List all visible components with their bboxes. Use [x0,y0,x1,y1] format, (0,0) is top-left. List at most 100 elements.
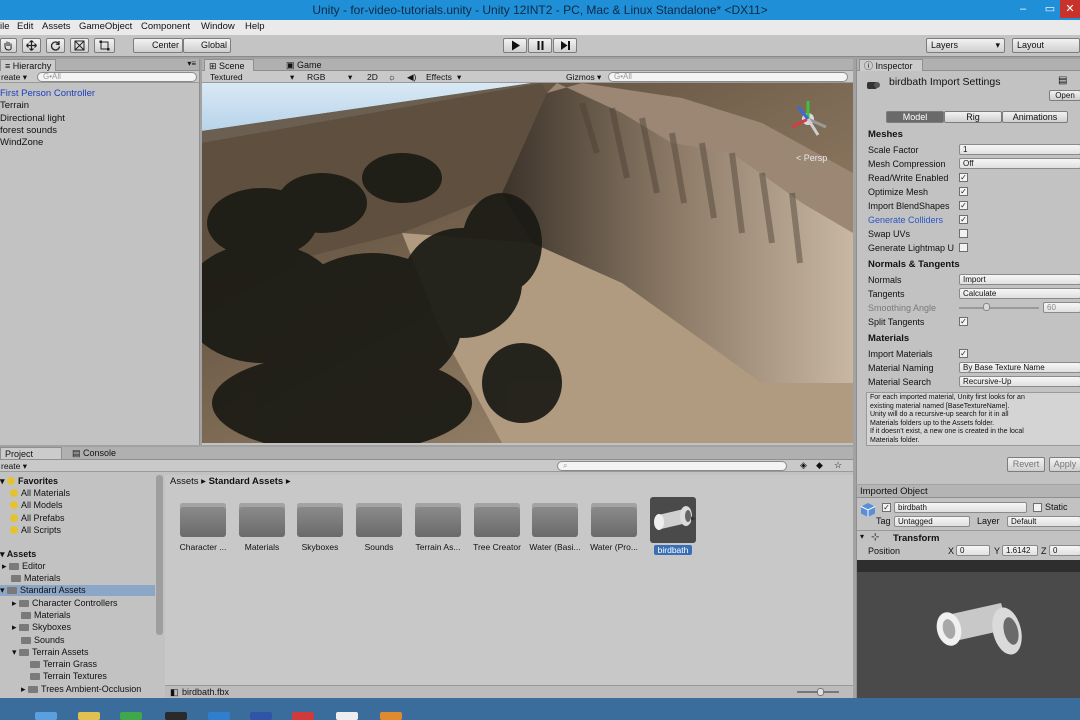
step-button[interactable] [553,38,577,53]
persp-label[interactable]: < Persp [796,153,827,163]
breadcrumb-assets[interactable]: Assets [170,476,199,487]
asset-folder[interactable]: Water (Pro... [586,495,642,552]
tree-item[interactable]: ▸ Character Controllers [12,598,118,609]
static-checkbox[interactable] [1033,503,1042,512]
assets-root[interactable]: ▾ Assets [0,549,36,560]
import-blendshapes-checkbox[interactable]: ✓ [959,201,968,210]
tree-item[interactable]: Terrain Textures [30,671,107,681]
model-preview[interactable] [856,560,1080,698]
tree-item[interactable]: Materials [21,610,71,620]
tab-project[interactable]: Project [0,447,62,459]
position-z-field[interactable]: 0 [1049,545,1080,556]
breadcrumb-current[interactable]: Standard Assets [209,476,284,487]
tangents-dropdown[interactable]: Calculate [959,288,1080,299]
hierarchy-create-button[interactable]: reate ▾ [1,72,27,83]
taskbar-app-icon[interactable] [35,712,57,720]
generate-lightmap-checkbox[interactable] [959,243,968,252]
rotate-tool-button[interactable] [46,38,65,53]
tab-hierarchy[interactable]: ≡ Hierarchy [0,59,57,71]
smoothing-slider-thumb[interactable] [983,303,990,311]
shading-mode-dropdown[interactable]: Textured [210,72,243,82]
position-x-field[interactable]: 0 [956,545,990,556]
split-tangents-checkbox[interactable]: ✓ [959,317,968,326]
scale-factor-field[interactable]: 1 [959,144,1080,155]
material-naming-dropdown[interactable]: By Base Texture Name [959,362,1080,373]
normals-dropdown[interactable]: Import [959,274,1080,285]
taskbar-app-icon[interactable] [292,712,314,720]
help-book-icon[interactable]: ▤ [1058,75,1067,86]
layers-dropdown[interactable]: Layers ▾ [926,38,1005,53]
active-checkbox[interactable]: ✓ [882,503,891,512]
close-button[interactable]: ✕ [1060,0,1080,18]
asset-folder[interactable]: Water (Basi... [527,495,583,552]
taskbar-app-icon[interactable] [250,712,272,720]
apply-button[interactable]: Apply [1049,457,1080,472]
position-y-field[interactable]: 1.6142 [1002,545,1038,556]
hierarchy-item[interactable]: First Person Controller [0,88,95,99]
expand-arrow-icon[interactable]: ▸ [691,513,696,524]
hierarchy-search-input[interactable]: G•All [37,72,197,82]
asset-folder[interactable]: Character ... [175,495,231,552]
scene-search-input[interactable]: G•All [608,72,848,82]
import-materials-checkbox[interactable]: ✓ [959,349,968,358]
taskbar-app-icon[interactable] [120,712,142,720]
rect-tool-button[interactable] [94,38,115,53]
gizmos-dropdown[interactable]: Gizmos [566,72,595,82]
project-create-button[interactable]: reate ▾ [1,461,27,472]
tree-item[interactable]: ▸ Skyboxes [12,622,71,633]
menu-component[interactable]: Component [141,21,190,32]
foldout-arrow-icon[interactable]: ▾ [860,532,864,541]
panel-menu-icon[interactable]: ▾≡ [187,59,196,68]
tree-item[interactable]: ▾ Terrain Assets [12,647,89,658]
favorite-star-icon[interactable]: ☆ [834,460,842,471]
menu-file[interactable]: ile [0,21,10,32]
pause-button[interactable] [528,38,552,53]
tab-model[interactable]: Model [886,111,944,123]
scene-gizmo-icon[interactable] [786,97,830,141]
favorite-item[interactable]: All Models [10,500,63,510]
asset-folder[interactable]: Materials [234,495,290,552]
layout-dropdown[interactable]: Layout [1012,38,1080,53]
optimize-mesh-checkbox[interactable]: ✓ [959,187,968,196]
smoothing-angle-field[interactable]: 60 [1043,302,1080,313]
render-mode-dropdown[interactable]: RGB [307,72,325,82]
revert-button[interactable]: Revert [1007,457,1045,472]
filter-label-icon[interactable]: ◆ [816,460,823,471]
smoothing-slider-track[interactable] [959,307,1039,309]
open-button[interactable]: Open [1049,90,1080,101]
tree-item[interactable]: ▸ Trees Ambient-Occlusion [21,684,141,695]
hierarchy-item[interactable]: forest sounds [0,125,57,136]
favorite-item[interactable]: All Prefabs [10,513,65,523]
hierarchy-item[interactable]: Directional light [0,113,65,124]
menu-assets[interactable]: Assets [42,21,71,32]
tab-scene[interactable]: ⊞ Scene [204,59,254,71]
material-search-dropdown[interactable]: Recursive-Up [959,376,1080,387]
menu-gameobject[interactable]: GameObject [79,21,132,32]
move-tool-button[interactable] [22,38,41,53]
favorites-header[interactable]: ▾ Favorites [0,476,58,487]
menu-edit[interactable]: Edit [17,21,33,32]
asset-folder[interactable]: Sounds [351,495,407,552]
tree-scrollbar[interactable] [156,475,163,635]
asset-folder[interactable]: Skyboxes [292,495,348,552]
taskbar-app-icon[interactable] [208,712,230,720]
play-button[interactable] [503,38,527,53]
menu-help[interactable]: Help [245,21,265,32]
scene-viewport[interactable]: < Persp [202,83,853,443]
tab-game[interactable]: ▣ Game [282,59,326,71]
project-search-input[interactable]: ⌕ [557,461,787,471]
tree-item[interactable]: Materials [11,573,61,583]
tree-item[interactable]: Sounds [21,635,65,645]
mesh-compression-dropdown[interactable]: Off [959,158,1080,169]
taskbar-app-icon[interactable] [336,712,358,720]
scale-tool-button[interactable] [70,38,89,53]
pivot-global-button[interactable]: Global [183,38,231,53]
tab-inspector[interactable]: ⓘ Inspector [859,59,923,71]
tree-item[interactable]: ▸ Editor [2,561,46,572]
menu-window[interactable]: Window [201,21,235,32]
tab-rig[interactable]: Rig [944,111,1002,123]
tag-dropdown[interactable]: Untagged [894,516,970,527]
effects-dropdown[interactable]: Effects [426,72,452,82]
hierarchy-item[interactable]: WindZone [0,137,43,148]
taskbar-app-icon[interactable] [78,712,100,720]
